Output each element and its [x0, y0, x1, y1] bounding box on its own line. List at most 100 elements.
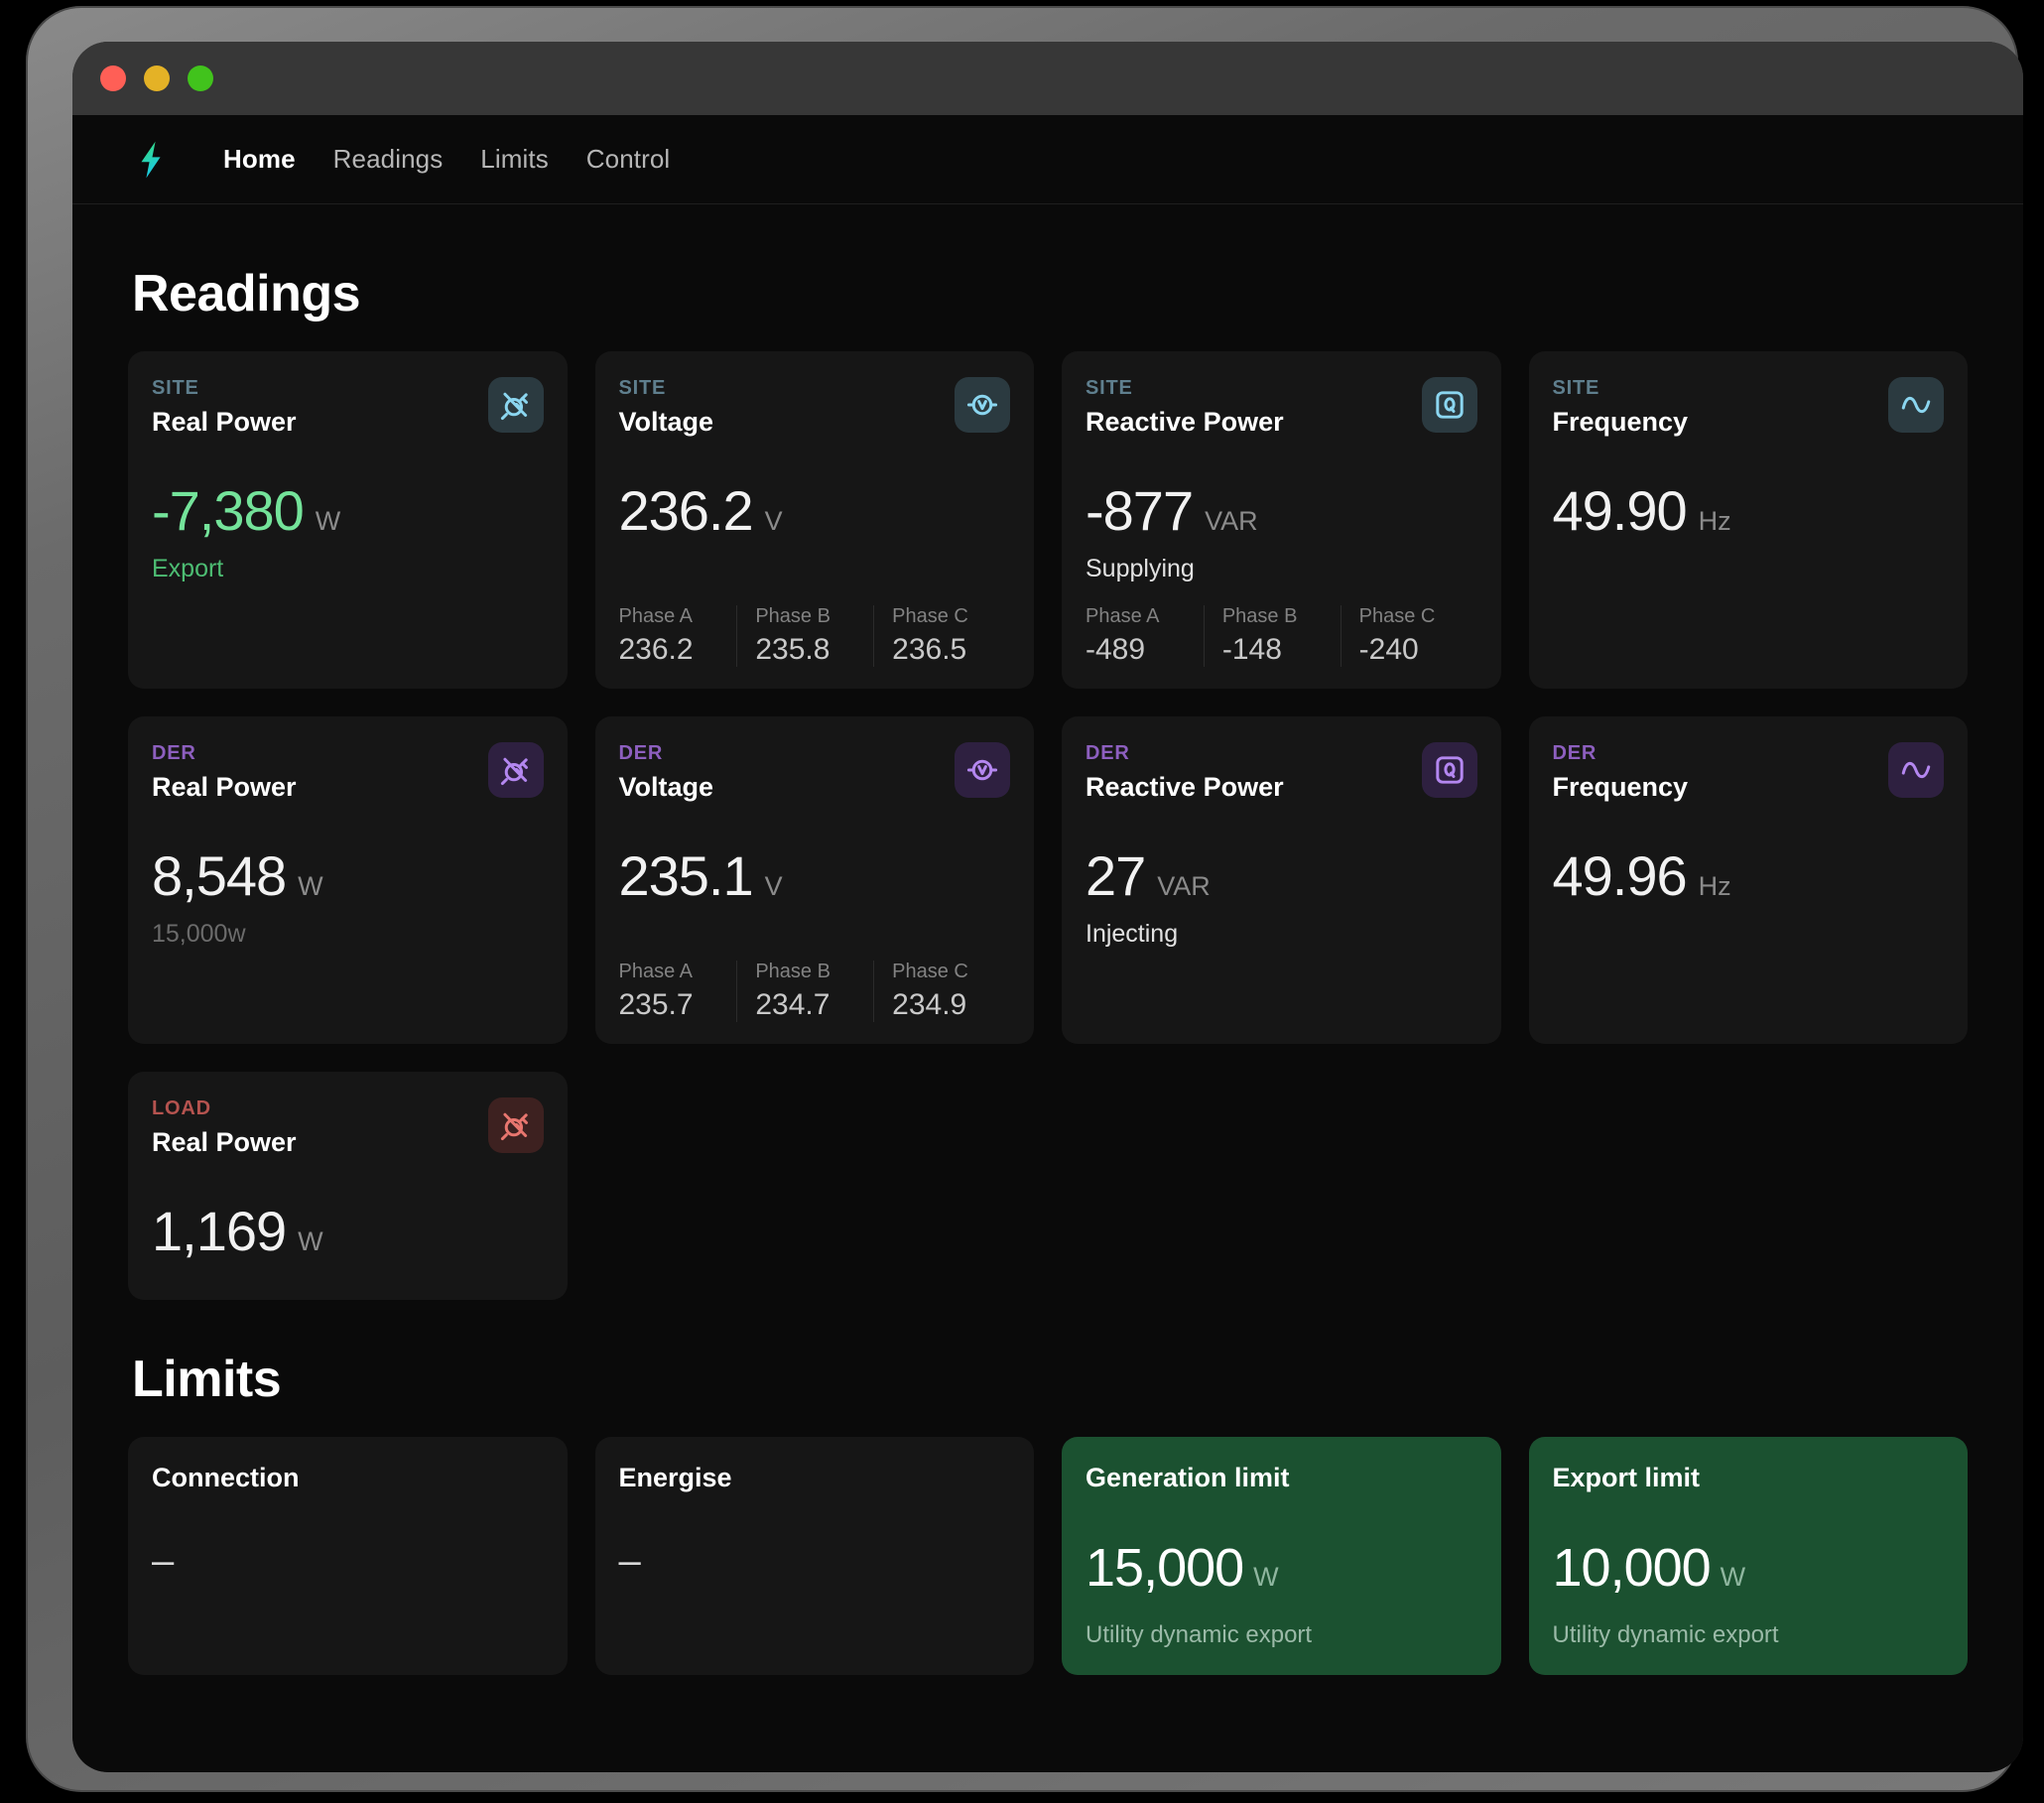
limit-subtext: Utility dynamic export	[1086, 1621, 1313, 1648]
phase-value: -489	[1086, 633, 1146, 666]
card-header: DER Voltage	[619, 742, 1010, 803]
card-kicker: DER	[618, 742, 664, 764]
reading-card-der-reactive-power[interactable]: DER Reactive Power 27 VAR Injecting	[1062, 716, 1501, 1044]
card-subtext: Supplying	[1086, 555, 1195, 582]
reading-card-site-voltage[interactable]: SITE Voltage 236.2 V Phase A 236.2 Phase B 235.…	[594, 351, 1034, 689]
card-value-row: 236.2 V	[619, 483, 1011, 539]
phase-value: 236.2	[618, 633, 694, 666]
card-header-text: SITE Voltage	[619, 377, 714, 438]
page-body: Readings SITE Real Power -7,380 W Export SITE…	[72, 204, 2023, 1675]
close-button[interactable]	[100, 65, 126, 91]
reading-card-site-real-power[interactable]: SITE Real Power -7,380 W Export	[128, 351, 568, 689]
limit-unit: W	[1720, 1562, 1746, 1592]
card-kicker: LOAD	[152, 1097, 211, 1119]
zoom-button[interactable]	[188, 65, 213, 91]
phase-label: Phase A	[1086, 605, 1160, 627]
readings-grid: SITE Real Power -7,380 W Export SITE Voltage 23…	[128, 351, 1968, 1300]
phase-cell: Phase B -148	[1203, 605, 1341, 667]
card-kicker: SITE	[1552, 377, 1600, 399]
page-title-limits: Limits	[132, 1351, 282, 1408]
card-title: Real Power	[152, 772, 297, 802]
limit-card-energise[interactable]: Energise –	[594, 1437, 1034, 1675]
voltmeter-icon	[955, 377, 1010, 433]
card-value-row: 49.96 Hz	[1553, 848, 1945, 904]
window-titlebar	[72, 42, 2023, 115]
nav-item-limits[interactable]: Limits	[464, 138, 565, 181]
nav-item-readings[interactable]: Readings	[318, 138, 459, 181]
limit-card-generation-limit[interactable]: Generation limit 15,000 W Utility dynamic e…	[1062, 1437, 1501, 1675]
card-unit: W	[298, 1226, 323, 1256]
card-title: Real Power	[152, 1127, 297, 1157]
device-bezel: Home Readings Limits Control Readings SITE R…	[26, 6, 2023, 1792]
limit-card-title: Connection	[152, 1463, 300, 1492]
card-value: 49.96	[1552, 844, 1688, 907]
card-header: SITE Reactive Power	[1086, 377, 1477, 438]
limit-card-export-limit[interactable]: Export limit 10,000 W Utility dynamic expor…	[1528, 1437, 1968, 1675]
card-unit: Hz	[1698, 871, 1731, 901]
window: Home Readings Limits Control Readings SITE R…	[72, 42, 2023, 1772]
card-header-text: DER Reactive Power	[1086, 742, 1284, 803]
limit-card-title: Generation limit	[1086, 1463, 1290, 1492]
card-value-row: -7,380 W	[152, 483, 544, 539]
card-header: LOAD Real Power	[152, 1097, 544, 1158]
card-value-row: 235.1 V	[619, 848, 1011, 904]
limit-card-connection[interactable]: Connection –	[128, 1437, 568, 1675]
card-subtext: Injecting	[1086, 920, 1179, 948]
card-unit: Hz	[1698, 506, 1731, 536]
card-value: 235.1	[618, 844, 754, 907]
phase-label: Phase B	[1221, 605, 1298, 627]
phase-value: 235.7	[618, 988, 694, 1021]
card-header-text: LOAD Real Power	[152, 1097, 297, 1158]
card-kicker: SITE	[618, 377, 667, 399]
phase-label: Phase A	[618, 961, 694, 982]
q-square-icon	[1421, 377, 1477, 433]
card-header-text: SITE Frequency	[1553, 377, 1689, 438]
reading-card-load-real-power[interactable]: LOAD Real Power 1,169 W	[128, 1072, 568, 1300]
reading-card-der-frequency[interactable]: DER Frequency 49.96 Hz	[1528, 716, 1968, 1044]
nav-item-control[interactable]: Control	[571, 138, 687, 181]
phase-label: Phase A	[618, 605, 694, 627]
phase-value: 235.8	[755, 633, 830, 666]
limit-subtext	[619, 1623, 1011, 1649]
phase-cell: Phase C 236.5	[873, 605, 1010, 667]
limits-grid: Connection – Energise – Generation limit 15,0…	[128, 1437, 1968, 1675]
card-kicker: DER	[1552, 742, 1597, 764]
limit-value: –	[152, 1539, 175, 1583]
card-title: Reactive Power	[1086, 407, 1284, 437]
phase-breakdown: Phase A -489 Phase B -148 Phase C -240	[1086, 583, 1477, 667]
card-header-text: DER Voltage	[619, 742, 714, 803]
reading-card-der-voltage[interactable]: DER Voltage 235.1 V Phase A 235.7 Phase B 234.7…	[594, 716, 1034, 1044]
card-value-row: 49.90 Hz	[1553, 483, 1945, 539]
card-value: -7,380	[152, 479, 305, 542]
phase-cell: Phase B 234.7	[736, 961, 873, 1022]
card-kicker: SITE	[152, 377, 199, 399]
phase-cell: Phase C -240	[1340, 605, 1477, 667]
card-value: 1,169	[152, 1200, 287, 1262]
reading-card-site-reactive-power[interactable]: SITE Reactive Power -877 VAR Supplying Phase …	[1062, 351, 1501, 689]
limit-value-row: –	[619, 1541, 1011, 1581]
card-unit: VAR	[1157, 871, 1211, 901]
limit-value: –	[618, 1539, 641, 1583]
phase-breakdown: Phase A 236.2 Phase B 235.8 Phase C 236.5	[619, 583, 1011, 667]
card-title: Frequency	[1552, 407, 1689, 437]
limit-card-title: Energise	[618, 1463, 732, 1492]
card-subtext: 15,000w	[152, 920, 246, 948]
card-value: 49.90	[1552, 479, 1688, 542]
minimize-button[interactable]	[144, 65, 170, 91]
reading-card-site-frequency[interactable]: SITE Frequency 49.90 Hz	[1528, 351, 1968, 689]
card-subtext: Export	[152, 555, 224, 582]
card-unit: V	[764, 506, 783, 536]
card-unit: W	[315, 506, 341, 536]
card-title: Real Power	[152, 407, 297, 437]
nav-item-home[interactable]: Home	[207, 138, 312, 181]
limit-subtext: Utility dynamic export	[1552, 1621, 1779, 1648]
card-header: SITE Frequency	[1553, 377, 1944, 438]
app-viewport: Home Readings Limits Control Readings SITE R…	[72, 115, 2023, 1772]
card-value: 8,548	[152, 844, 287, 907]
card-header-text: DER Real Power	[152, 742, 297, 803]
card-header: SITE Real Power	[152, 377, 544, 438]
reading-card-der-real-power[interactable]: DER Real Power 8,548 W 15,000w	[128, 716, 568, 1044]
card-title: Voltage	[618, 407, 714, 437]
lightning-bolt-icon	[128, 137, 174, 183]
limit-unit: W	[1253, 1562, 1279, 1592]
